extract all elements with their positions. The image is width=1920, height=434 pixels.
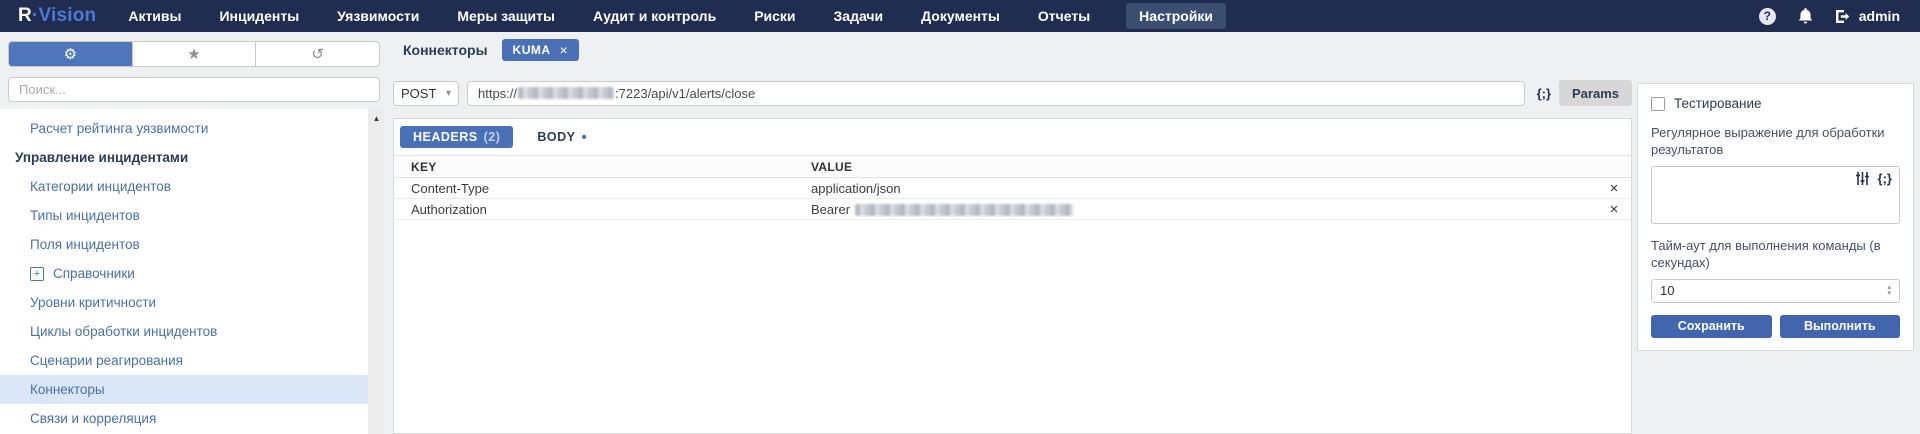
connector-editor: Коннекторы KUMA × POST ▾ https://:7223/a… (393, 32, 1632, 434)
expand-plus-icon[interactable]: + (30, 267, 44, 281)
nav-item-incidents[interactable]: Инциденты (217, 3, 301, 29)
settings-sidebar: ⚙ ★ ↺ Расчет рейтинга уязвимости Управле… (0, 32, 385, 434)
logout-icon (1835, 9, 1852, 24)
header-value-cell[interactable]: Bearer (811, 202, 1597, 217)
sidebar-item-incident-categories[interactable]: Категории инцидентов (0, 172, 368, 201)
sidebar-item-vuln-rating[interactable]: Расчет рейтинга уязвимости (0, 114, 368, 143)
settings-nav-list: Расчет рейтинга уязвимости Управление ин… (0, 109, 368, 434)
column-key: KEY (394, 160, 811, 174)
connector-tab-kuma[interactable]: KUMA × (502, 39, 580, 61)
breadcrumb: Коннекторы (403, 42, 488, 58)
nav-item-assets[interactable]: Активы (126, 3, 183, 29)
header-row-content-type: Content-Type application/json × (394, 178, 1631, 199)
tab-body[interactable]: BODY • (537, 130, 587, 145)
regex-label: Регулярное выражение для обработки резул… (1651, 125, 1900, 159)
nav-item-risks[interactable]: Риски (752, 3, 797, 29)
body-filled-dot-icon: • (582, 130, 588, 145)
testing-label: Тестирование (1674, 96, 1762, 111)
template-braces-icon[interactable]: {;} (1537, 86, 1551, 101)
tab-history[interactable]: ↺ (255, 42, 379, 66)
nav-item-settings[interactable]: Настройки (1126, 3, 1226, 29)
spinner-down-icon[interactable]: ▾ (1887, 291, 1891, 297)
sidebar-item-links-correlation[interactable]: Связи и корреляция (0, 404, 368, 433)
scroll-up-icon[interactable]: ▲ (373, 114, 381, 123)
number-spinner[interactable]: ▴ ▾ (1887, 285, 1891, 297)
header-row-authorization: Authorization Bearer × (394, 199, 1631, 220)
chevron-down-icon: ▾ (446, 88, 451, 99)
sidebar-search-input[interactable] (8, 77, 380, 102)
nav-item-protection-measures[interactable]: Меры защиты (455, 3, 557, 29)
headers-table-head: KEY VALUE (394, 155, 1631, 178)
save-button[interactable]: Сохранить (1651, 315, 1772, 338)
redacted-token (855, 204, 1073, 216)
history-icon: ↺ (311, 45, 324, 63)
run-button[interactable]: Выполнить (1780, 315, 1901, 338)
header-key-cell[interactable]: Authorization (394, 202, 811, 217)
sidebar-tab-switcher: ⚙ ★ ↺ (8, 41, 380, 67)
tab-headers[interactable]: HEADERS (2) (400, 126, 513, 148)
nav-item-reports[interactable]: Отчеты (1036, 3, 1092, 29)
template-braces-icon[interactable]: {;} (1878, 171, 1892, 186)
testing-checkbox[interactable] (1651, 97, 1665, 111)
star-icon: ★ (187, 45, 200, 63)
sidebar-item-incident-fields[interactable]: Поля инцидентов (0, 230, 368, 259)
nav-item-vulnerabilities[interactable]: Уязвимости (335, 3, 421, 29)
header-key-cell[interactable]: Content-Type (394, 181, 811, 196)
sidebar-scrollbar[interactable]: ▲ (368, 109, 385, 434)
tab-settings-gear[interactable]: ⚙ (9, 42, 132, 66)
rvision-logo[interactable]: R·Vision (18, 5, 96, 27)
sidebar-item-directories[interactable]: + Справочники (0, 259, 368, 288)
close-tab-icon[interactable]: × (560, 42, 569, 58)
timeout-label: Тайм-аут для выполнения команды (в секун… (1651, 238, 1900, 272)
nav-item-tasks[interactable]: Задачи (832, 3, 886, 29)
sidebar-section-incident-management: Управление инцидентами (0, 143, 368, 172)
sidebar-item-incident-cycles[interactable]: Циклы обработки инцидентов (0, 317, 368, 346)
testing-card: Тестирование Регулярное выражение для об… (1637, 83, 1914, 351)
username: admin (1859, 8, 1900, 24)
main-menu: Активы Инциденты Уязвимости Меры защиты … (126, 3, 1226, 29)
nav-item-audit[interactable]: Аудит и контроль (591, 3, 718, 29)
sidebar-item-response-scenarios[interactable]: Сценарии реагирования (0, 346, 368, 375)
headers-count: (2) (484, 130, 501, 144)
notifications-bell-icon[interactable] (1798, 8, 1813, 25)
user-menu[interactable]: admin (1835, 8, 1900, 24)
regex-textarea[interactable]: {;} (1651, 166, 1900, 224)
timeout-input[interactable]: 10 ▴ ▾ (1651, 279, 1900, 303)
sidebar-item-criticality-levels[interactable]: Уровни критичности (0, 288, 368, 317)
delete-row-icon[interactable]: × (1597, 181, 1631, 196)
tune-sliders-icon[interactable] (1855, 171, 1870, 186)
delete-row-icon[interactable]: × (1597, 202, 1631, 217)
gear-icon: ⚙ (64, 45, 77, 63)
column-value: VALUE (811, 160, 1631, 174)
top-navbar: R·Vision Активы Инциденты Уязвимости Мер… (0, 0, 1920, 32)
url-input[interactable]: https://:7223/api/v1/alerts/close (467, 81, 1525, 106)
tab-favorites[interactable]: ★ (132, 42, 256, 66)
header-value-cell[interactable]: application/json (811, 181, 1597, 196)
sidebar-item-incident-types[interactable]: Типы инцидентов (0, 201, 368, 230)
params-button[interactable]: Params (1559, 80, 1632, 106)
http-method-select[interactable]: POST ▾ (393, 81, 459, 106)
redacted-host (518, 87, 614, 99)
request-config-panel: HEADERS (2) BODY • KEY VALUE Content-Typ… (393, 118, 1632, 434)
help-icon[interactable]: ? (1759, 8, 1776, 25)
sidebar-item-connectors[interactable]: Коннекторы (0, 375, 368, 404)
nav-item-documents[interactable]: Документы (919, 3, 1002, 29)
